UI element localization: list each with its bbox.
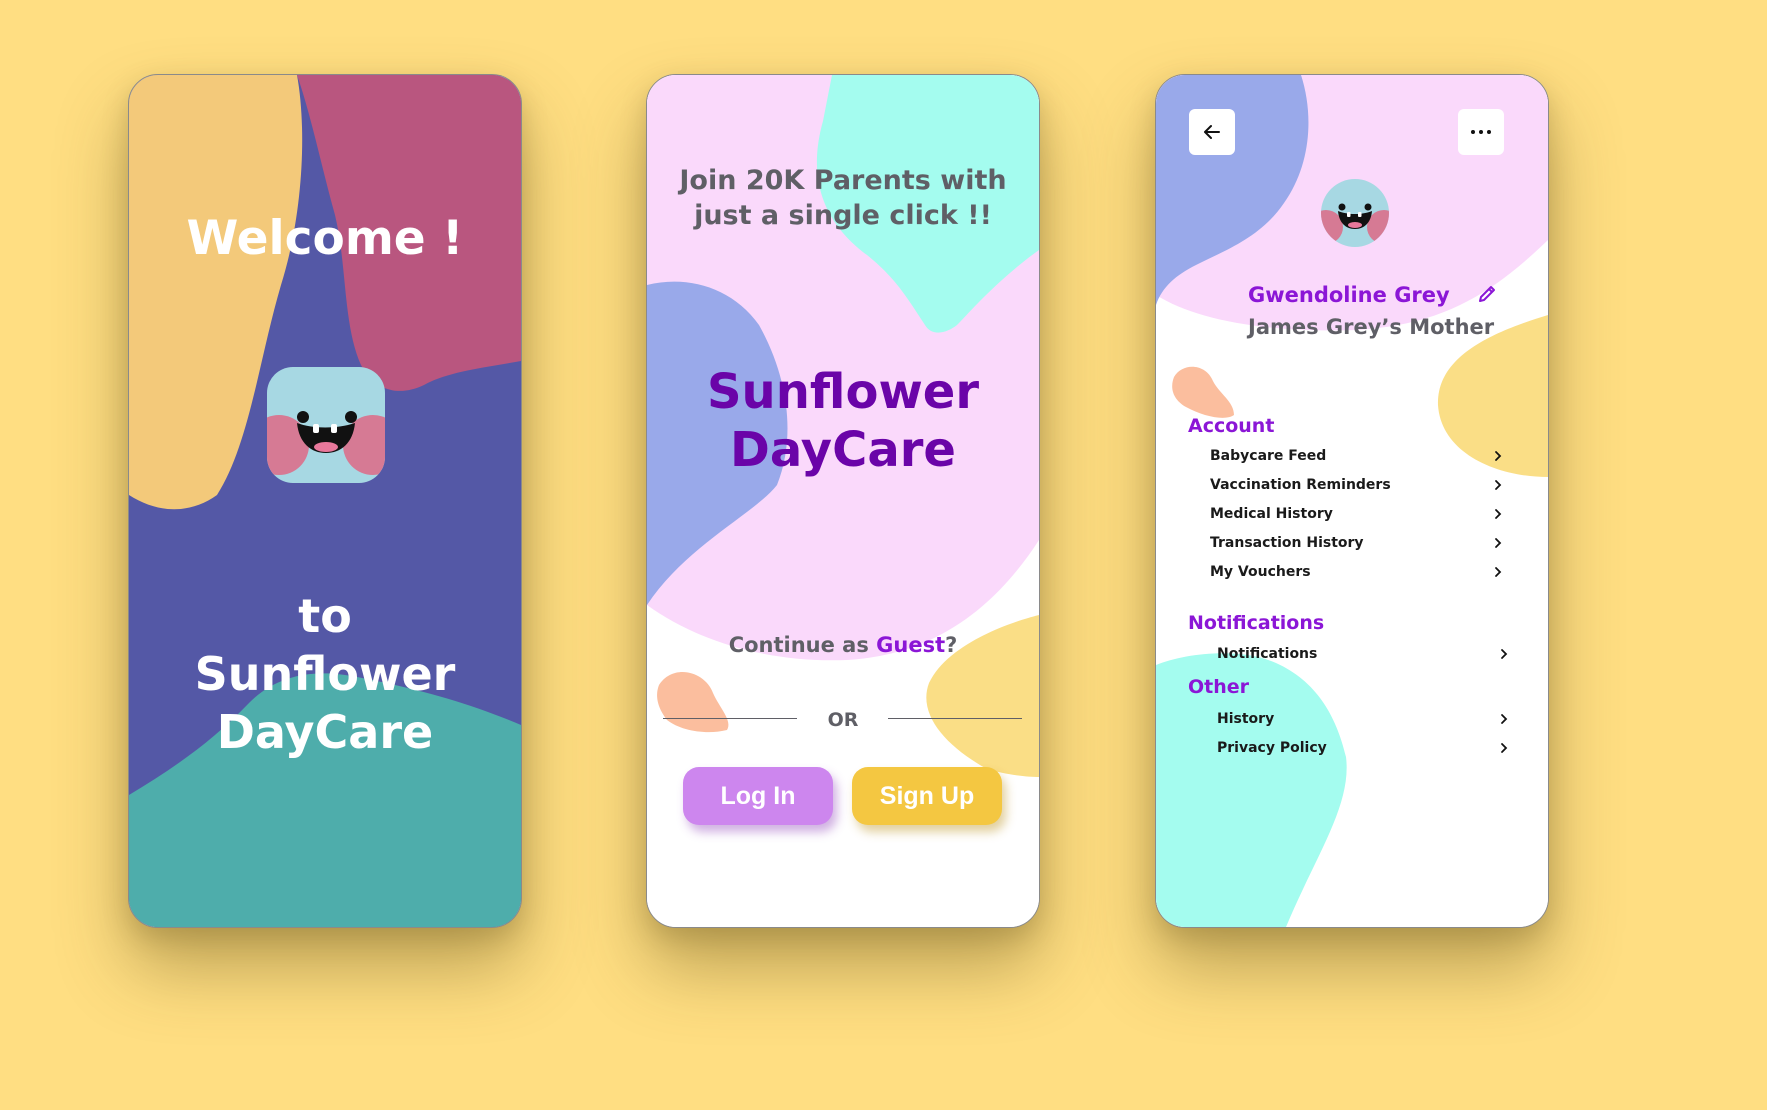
menu-item-label: Babycare Feed — [1210, 448, 1327, 464]
menu-item-vaccination-reminders[interactable]: Vaccination Reminders — [1210, 474, 1530, 496]
guest-prefix: Continue as — [728, 633, 877, 657]
more-button[interactable] — [1458, 109, 1504, 155]
menu-item-babycare-feed[interactable]: Babycare Feed — [1210, 445, 1530, 467]
chevron-right-icon[interactable] — [1491, 478, 1505, 492]
signup-button[interactable]: Sign Up — [852, 767, 1002, 825]
menu-item-medical-history[interactable]: Medical History — [1210, 503, 1530, 525]
menu-item-notifications[interactable]: Notifications — [1217, 643, 1537, 665]
profile-screen: Gwendoline Grey James Grey’s Mother Acco… — [1155, 74, 1549, 928]
chevron-right-icon[interactable] — [1497, 741, 1511, 755]
pencil-icon[interactable] — [1476, 283, 1498, 305]
divider-or-text: OR — [827, 709, 859, 731]
section-title-account: Account — [1188, 415, 1275, 437]
auth-brand-line1: Sunflower — [706, 364, 980, 420]
menu-item-label: Transaction History — [1210, 535, 1364, 551]
chevron-right-icon[interactable] — [1491, 536, 1505, 550]
chevron-right-icon[interactable] — [1497, 647, 1511, 661]
profile-user-name: Gwendoline Grey — [1248, 283, 1450, 307]
smiling-monster-icon — [267, 367, 385, 483]
chevron-right-icon[interactable] — [1497, 712, 1511, 726]
guest-suffix: ? — [945, 633, 958, 657]
welcome-background — [129, 75, 521, 927]
welcome-title: Welcome ! — [186, 211, 464, 266]
auth-screen: Join 20K Parents with just a single clic… — [646, 74, 1040, 928]
section-title-notifications: Notifications — [1188, 612, 1325, 634]
auth-brand-line2: DayCare — [730, 422, 956, 478]
chevron-right-icon[interactable] — [1491, 565, 1505, 579]
menu-item-label: My Vouchers — [1210, 564, 1311, 580]
chevron-right-icon[interactable] — [1491, 449, 1505, 463]
auth-headline: Join 20K Parents with just a single clic… — [679, 165, 1007, 231]
welcome-app-name-line2: DayCare — [216, 705, 434, 759]
divider-right — [888, 718, 1022, 719]
profile-avatar — [1321, 179, 1389, 247]
more-horizontal-icon — [1471, 130, 1491, 134]
login-button[interactable]: Log In — [683, 767, 833, 825]
menu-item-label: Medical History — [1210, 506, 1333, 522]
welcome-app-name-line1: Sunflower — [194, 647, 456, 701]
menu-item-label: Notifications — [1217, 646, 1318, 662]
menu-item-history[interactable]: History — [1217, 708, 1537, 730]
chevron-right-icon[interactable] — [1491, 507, 1505, 521]
menu-item-label: History — [1217, 711, 1275, 727]
guest-link[interactable]: Guest — [876, 633, 945, 657]
menu-item-label: Vaccination Reminders — [1210, 477, 1391, 493]
menu-item-transaction-history[interactable]: Transaction History — [1210, 532, 1530, 554]
section-title-other: Other — [1188, 676, 1250, 698]
auth-brand-title: Sunflower DayCare — [647, 363, 1039, 479]
menu-item-privacy-policy[interactable]: Privacy Policy — [1217, 737, 1537, 759]
continue-as-guest[interactable]: Continue as Guest? — [647, 633, 1039, 657]
back-button[interactable] — [1189, 109, 1235, 155]
arrow-left-icon — [1204, 125, 1220, 139]
welcome-to-text: to — [298, 589, 352, 643]
menu-item-my-vouchers[interactable]: My Vouchers — [1210, 561, 1530, 583]
welcome-screen: Welcome ! to Sunflower DayCare — [128, 74, 522, 928]
profile-user-role: James Grey’s Mother — [1248, 315, 1495, 339]
menu-item-label: Privacy Policy — [1217, 740, 1327, 756]
